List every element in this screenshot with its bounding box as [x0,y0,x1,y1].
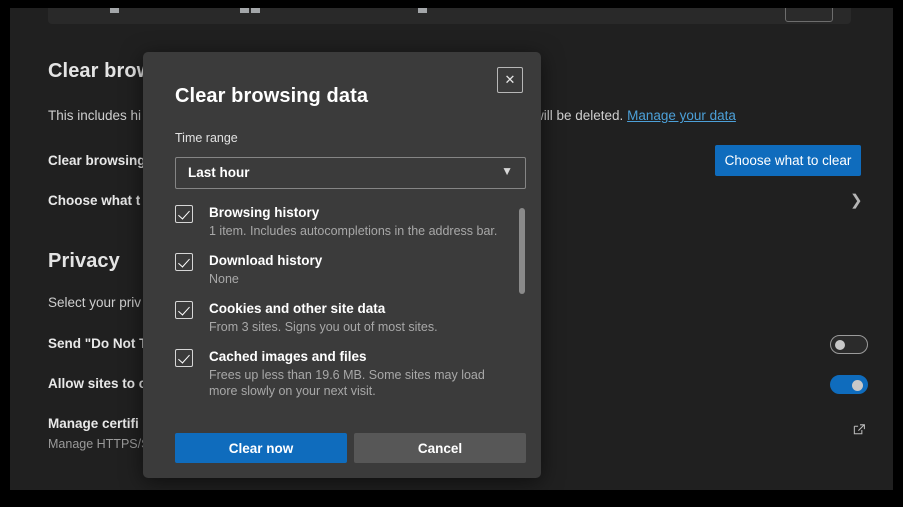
clear-browsing-data-dialog: Clear browsing data ✕ Time range Last ho… [143,52,541,478]
cached-images-checkbox[interactable] [175,349,193,367]
time-range-dropdown[interactable]: Last hour ▼ [175,157,526,189]
clear-now-button[interactable]: Clear now [175,433,347,463]
external-link-icon[interactable] [852,422,867,437]
cookies-checkbox[interactable] [175,301,193,319]
payment-methods-toggle[interactable] [830,375,868,394]
list-item-title: Cached images and files [209,349,367,364]
clear-browsing-data-description-left: This includes hi [48,108,142,123]
manage-your-data-link[interactable]: Manage your data [627,108,736,123]
list-item[interactable]: Cookies and other site data From 3 sites… [165,300,520,335]
cancel-button[interactable]: Cancel [354,433,526,463]
chevron-right-icon[interactable]: ❯ [850,193,863,208]
list-item-title: Download history [209,253,323,268]
clear-browsing-data-description-right: will be deleted. Manage your data [534,108,736,123]
dialog-title: Clear browsing data [175,85,369,107]
list-item-description: From 3 sites. Signs you out of most site… [209,320,438,334]
list-item-title: Browsing history [209,205,320,220]
list-item[interactable]: Browsing history 1 item. Includes autoco… [165,204,520,239]
choose-what-to-clear-button[interactable]: Choose what to clear [715,145,861,176]
choose-what-to-clear-every-time-row-label: Choose what t [48,193,141,208]
dialog-actions: Clear now Cancel [175,433,526,463]
toggle-knob [852,380,863,391]
download-history-checkbox[interactable] [175,253,193,271]
time-range-selected-value: Last hour [188,165,250,180]
privacy-description: Select your priv [48,295,142,310]
list-item-description: 1 item. Includes autocompletions in the … [209,224,498,238]
list-item[interactable]: Download history None [165,252,520,287]
data-types-list[interactable]: Browsing history 1 item. Includes autoco… [165,204,520,449]
do-not-track-row-label: Send "Do Not T [48,336,148,351]
list-item-description: Frees up less than 19.6 MB. Some sites m… [209,368,485,398]
list-item-title: Cookies and other site data [209,301,386,316]
do-not-track-toggle[interactable] [830,335,868,354]
privacy-heading: Privacy [48,250,120,272]
description-tail-text: will be deleted. [534,108,624,123]
toggle-knob [835,340,845,350]
clear-browsing-data-row-label: Clear browsing [48,153,146,168]
chevron-down-icon: ▼ [501,164,513,178]
browser-window: Clear browsing data This includes hi wil… [10,8,893,490]
list-item-description: None [209,272,239,286]
manage-certificates-row-label: Manage certifi [48,416,139,431]
close-icon[interactable]: ✕ [497,67,523,93]
payment-methods-row-label: Allow sites to c [48,376,147,391]
manage-certificates-row-sublabel: Manage HTTPS/S [48,437,150,451]
time-range-label: Time range [175,131,238,145]
list-item[interactable]: Cached images and files Frees up less th… [165,348,520,399]
data-types-list-scrollbar[interactable] [519,208,525,294]
browsing-history-checkbox[interactable] [175,205,193,223]
